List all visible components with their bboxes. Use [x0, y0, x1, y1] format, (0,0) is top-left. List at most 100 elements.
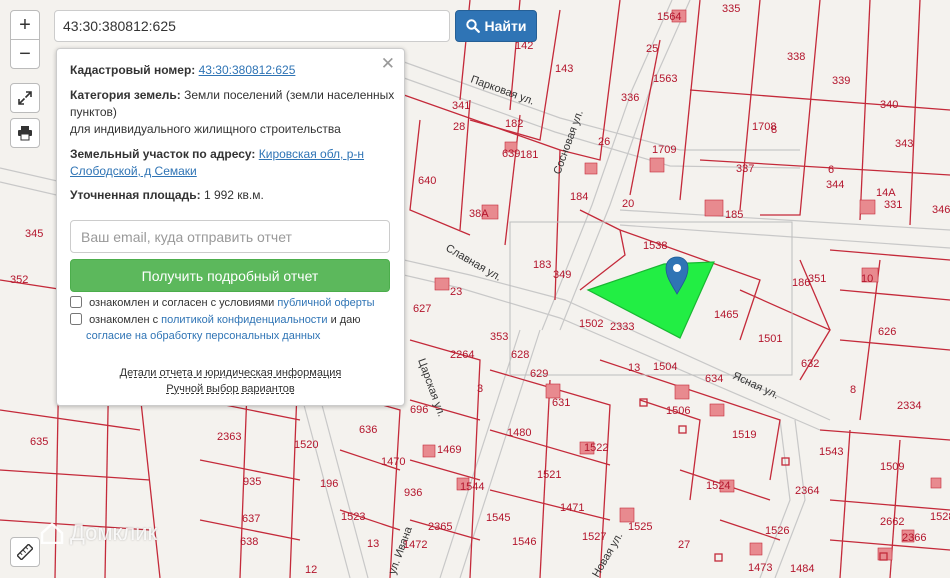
plot-number-label: 1502 [579, 318, 603, 330]
consent-offer-checkbox[interactable] [70, 296, 82, 308]
plot-number-label: 1522 [584, 442, 608, 454]
plot-number-label: 628 [511, 349, 529, 361]
email-field[interactable] [70, 220, 390, 253]
plot-number-label: 25 [646, 43, 658, 55]
plot-number-label: 627 [413, 303, 431, 315]
plot-number-label: 14А [876, 187, 896, 199]
plot-number-label: 27 [678, 539, 690, 551]
plot-number-label: 26 [598, 136, 610, 148]
plot-number-label: 182 [505, 118, 523, 130]
plot-number-label: 351 [808, 273, 826, 285]
plot-number-label: 3 [477, 383, 483, 395]
plus-icon: + [19, 13, 31, 36]
land-use-value: для индивидуального жилищного строительс… [70, 122, 341, 136]
plot-number-label: 2365 [428, 521, 452, 533]
plot-number-label: 626 [878, 326, 896, 338]
plot-number-label: 2363 [217, 431, 241, 443]
plot-number-label: 335 [722, 3, 740, 15]
plot-number-label: 338 [787, 51, 805, 63]
plot-number-label: 184 [570, 191, 588, 203]
plot-number-label: 1709 [652, 144, 676, 156]
expand-icon [18, 91, 32, 105]
plot-number-label: 331 [884, 199, 902, 211]
plot-number-label: 345 [25, 228, 43, 240]
plot-number-label: 343 [895, 138, 913, 150]
plot-number-label: 2364 [795, 485, 819, 497]
plot-number-label: 629 [530, 368, 548, 380]
plot-number-label: 1471 [560, 502, 584, 514]
plot-number-label: 1544 [460, 481, 484, 493]
plot-number-label: 353 [490, 331, 508, 343]
consent-privacy-row: ознакомлен с политикой конфиденциальност… [70, 312, 390, 328]
plot-number-label: 634 [705, 373, 723, 385]
get-report-button[interactable]: Получить подробный отчет [70, 259, 390, 292]
plot-number-label: 1504 [653, 361, 677, 373]
print-button[interactable] [10, 118, 40, 148]
address-row: Земельный участок по адресу: Кировская о… [70, 146, 395, 180]
ruler-button[interactable] [10, 537, 40, 567]
land-category-label: Категория земель: [70, 88, 181, 102]
privacy-policy-link[interactable]: политикой конфиденциальности [161, 314, 327, 326]
plot-number-label: 1523 [341, 511, 365, 523]
plot-number-label: 344 [826, 179, 844, 191]
cadastral-number-link[interactable]: 43:30:380812:625 [199, 63, 296, 77]
plot-number-label: 1528 [930, 511, 950, 523]
plot-number-label: 10 [861, 273, 873, 285]
plot-number-label: 1519 [732, 429, 756, 441]
zoom-in-button[interactable]: + [10, 10, 40, 40]
consent-offer-text: ознакомлен и согласен с условиями [89, 297, 275, 309]
plot-number-label: 196 [320, 478, 338, 490]
plot-number-label: 181 [520, 149, 538, 161]
plot-number-label: 183 [533, 259, 551, 271]
plot-number-label: 696 [410, 404, 428, 416]
zoom-out-button[interactable]: − [10, 39, 40, 69]
public-offer-link[interactable]: публичной оферты [277, 297, 374, 309]
domclick-watermark: Домклик [40, 520, 157, 546]
plot-number-label: 339 [832, 75, 850, 87]
plot-number-label: 20 [622, 198, 634, 210]
details-row: Детали отчета и юридическая информация [57, 367, 404, 379]
area-value: 1 992 кв.м. [203, 188, 264, 202]
search-button[interactable]: Найти [455, 10, 537, 42]
plot-number-label: 1538 [643, 240, 667, 252]
manual-select-link[interactable]: Ручной выбор вариантов [166, 383, 294, 395]
details-link[interactable]: Детали отчета и юридическая информация [120, 367, 342, 379]
consent-privacy-checkbox[interactable] [70, 313, 82, 325]
plot-number-label: 1520 [294, 439, 318, 451]
plot-number-label: 2333 [610, 321, 634, 333]
area-label: Уточненная площадь: [70, 188, 201, 202]
address-label: Земельный участок по адресу: [70, 147, 256, 161]
plot-number-label: 13 [367, 538, 379, 550]
consent-offer-row: ознакомлен и согласен с условиями публич… [70, 295, 390, 311]
plot-number-label: 640 [418, 175, 436, 187]
plot-number-label: 638 [240, 536, 258, 548]
plot-number-label: 1563 [653, 73, 677, 85]
plot-number-label: 13 [628, 362, 640, 374]
plot-number-label: 28 [453, 121, 465, 133]
plot-number-label: 1480 [507, 427, 531, 439]
personal-data-link[interactable]: согласие на обработку персональных данны… [86, 330, 320, 342]
consent-privacy-mid: и даю [330, 314, 361, 326]
plot-number-label: 1545 [486, 512, 510, 524]
minus-icon: − [19, 42, 31, 65]
plot-number-label: 935 [243, 476, 261, 488]
get-report-label: Получить подробный отчет [141, 267, 319, 284]
plot-number-label: 8 [850, 384, 856, 396]
area-row: Уточненная площадь: 1 992 кв.м. [70, 187, 395, 204]
plot-number-label: 23 [450, 286, 462, 298]
ruler-icon [17, 544, 33, 560]
plot-number-label: 341 [452, 100, 470, 112]
search-input[interactable] [54, 10, 450, 42]
plot-number-label: 1465 [714, 309, 738, 321]
plot-number-label: 1501 [758, 333, 782, 345]
plot-number-label: 2334 [897, 400, 921, 412]
search-button-label: Найти [484, 18, 527, 34]
plot-number-label: 6 [828, 164, 834, 176]
plot-number-label: 1525 [628, 521, 652, 533]
watermark-text: Домклик [70, 520, 158, 545]
plot-number-label: 38А [469, 208, 489, 220]
fullscreen-button[interactable] [10, 83, 40, 113]
plot-number-label: 1524 [706, 480, 730, 492]
printer-icon [18, 126, 32, 141]
plot-number-label: 185 [725, 209, 743, 221]
